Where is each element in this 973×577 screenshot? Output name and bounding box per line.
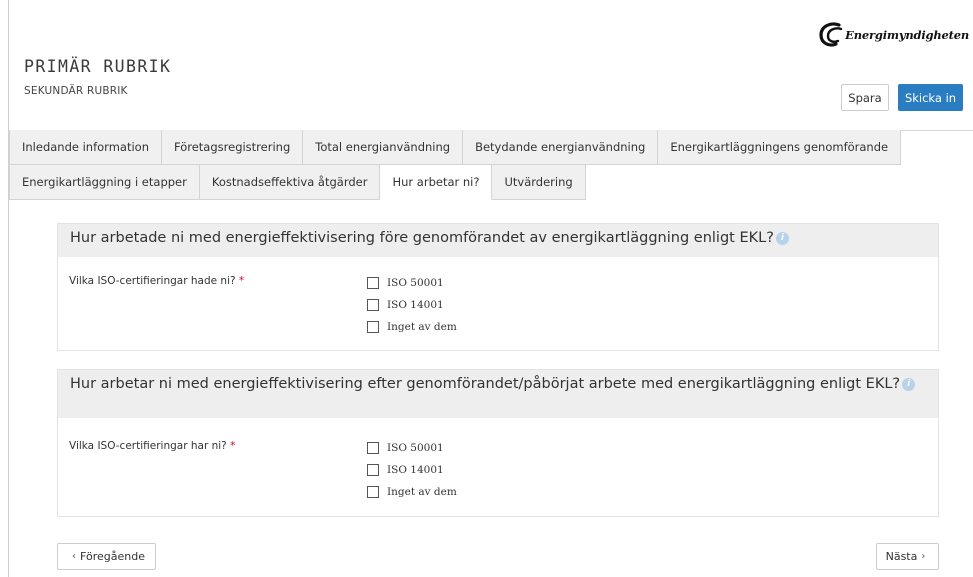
- option-label: Inget av dem: [387, 486, 457, 498]
- tab-row-2: Energikartläggning i etapper Kostnadseff…: [9, 165, 586, 200]
- tab-hur-arbetar-ni[interactable]: Hur arbetar ni?: [380, 165, 493, 200]
- checkbox[interactable]: [367, 464, 379, 476]
- logo-text: Energimyndigheten: [845, 28, 969, 42]
- logo: Energimyndigheten: [817, 20, 969, 50]
- option-label: ISO 50001: [387, 277, 444, 289]
- tab-row-1: Inledande information Företagsregistreri…: [9, 130, 902, 165]
- required-marker: *: [230, 440, 236, 452]
- option-none[interactable]: Inget av dem: [367, 481, 457, 503]
- iso-question-text: Vilka ISO-certifieringar hade ni?: [69, 275, 236, 287]
- chevron-right-icon: ›: [921, 551, 926, 562]
- app-frame: Energimyndigheten PRIMÄR RUBRIK SEKUNDÄR…: [8, 0, 973, 577]
- save-button[interactable]: Spara: [841, 84, 889, 111]
- option-iso-50001[interactable]: ISO 50001: [367, 272, 457, 294]
- tab-inledande-information[interactable]: Inledande information: [9, 130, 162, 165]
- iso-options: ISO 50001 ISO 14001 Inget av dem: [367, 437, 457, 503]
- tab-total-energianvandning[interactable]: Total energianvändning: [303, 130, 464, 165]
- checkbox[interactable]: [367, 486, 379, 498]
- option-none[interactable]: Inget av dem: [367, 316, 457, 338]
- next-button[interactable]: Nästa ›: [876, 543, 939, 570]
- option-iso-14001[interactable]: ISO 14001: [367, 294, 457, 316]
- section-heading-text: Hur arbetade ni med energieffektiviserin…: [70, 230, 774, 246]
- tab-energikartlaggning-i-etapper[interactable]: Energikartläggning i etapper: [9, 165, 200, 200]
- section-heading: Hur arbetar ni med energieffektivisering…: [58, 370, 938, 418]
- tab-energikartlaggningens-genomforande[interactable]: Energikartläggningens genomförande: [658, 130, 902, 165]
- info-icon[interactable]: i: [902, 377, 916, 391]
- tab-bar: Inledande information Företagsregistreri…: [9, 130, 973, 200]
- checkbox[interactable]: [367, 442, 379, 454]
- required-marker: *: [238, 275, 245, 287]
- submit-button[interactable]: Skicka in: [898, 84, 963, 111]
- chevron-left-icon: ‹: [72, 551, 77, 562]
- previous-button[interactable]: ‹ Föregående: [57, 543, 156, 570]
- previous-label: Föregående: [80, 550, 145, 563]
- section-after-ekl: Hur arbetar ni med energieffektivisering…: [57, 369, 939, 517]
- tab-kostnadseffektiva-atgarder[interactable]: Kostnadseffektiva åtgärder: [199, 165, 381, 200]
- tab-betydande-energianvandning[interactable]: Betydande energianvändning: [463, 130, 659, 165]
- info-icon[interactable]: i: [775, 231, 789, 245]
- option-label: ISO 50001: [387, 442, 444, 454]
- option-label: ISO 14001: [387, 464, 444, 476]
- iso-question-text: Vilka ISO-certifieringar har ni?: [69, 440, 227, 452]
- iso-options: ISO 50001 ISO 14001 Inget av dem: [367, 272, 457, 338]
- next-label: Nästa: [885, 550, 918, 563]
- energimyndigheten-logo-icon: [819, 22, 843, 47]
- iso-question-label: Vilka ISO-certifieringar hade ni? *: [69, 275, 244, 287]
- option-label: Inget av dem: [387, 321, 457, 333]
- option-label: ISO 14001: [387, 299, 444, 311]
- iso-question-label: Vilka ISO-certifieringar har ni? *: [69, 440, 235, 452]
- checkbox[interactable]: [367, 277, 379, 289]
- page-title: PRIMÄR RUBRIK: [24, 57, 172, 76]
- option-iso-50001[interactable]: ISO 50001: [367, 437, 457, 459]
- checkbox[interactable]: [367, 321, 379, 333]
- section-heading-text: Hur arbetar ni med energieffektivisering…: [70, 376, 901, 392]
- checkbox[interactable]: [367, 299, 379, 311]
- section-heading: Hur arbetade ni med energieffektiviserin…: [58, 224, 938, 257]
- tab-foretagsregistrering[interactable]: Företagsregistrering: [162, 130, 304, 165]
- tab-utvardering[interactable]: Utvärdering: [492, 165, 586, 200]
- option-iso-14001[interactable]: ISO 14001: [367, 459, 457, 481]
- page-subtitle: SEKUNDÄR RUBRIK: [24, 85, 128, 97]
- section-before-ekl: Hur arbetade ni med energieffektiviserin…: [57, 223, 939, 351]
